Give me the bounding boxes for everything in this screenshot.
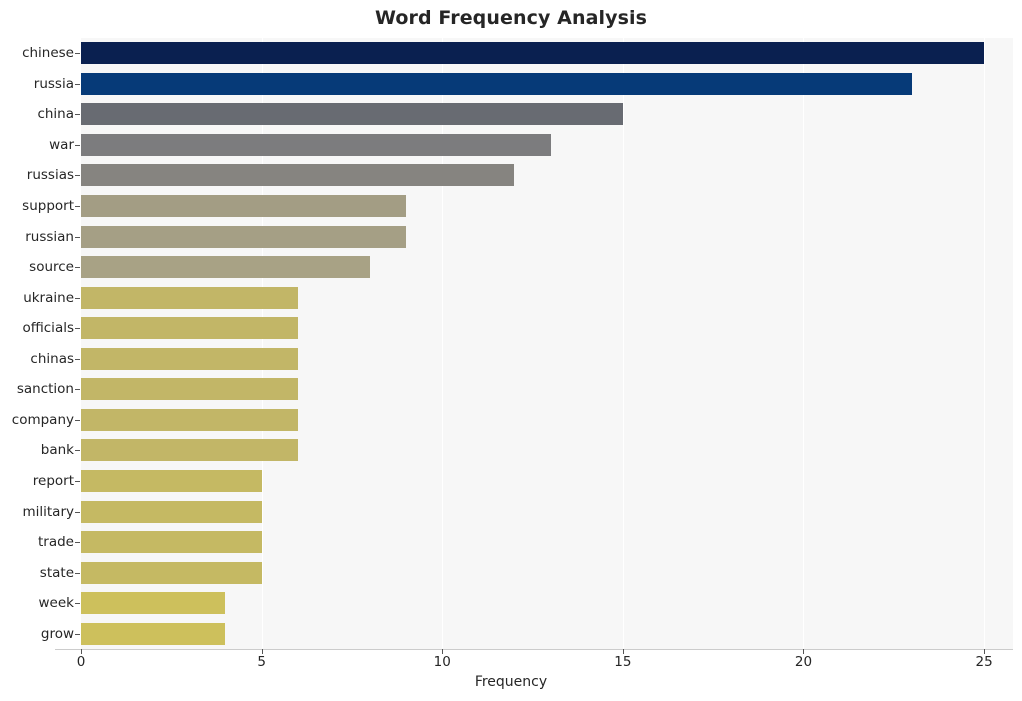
- y-tick-label: china: [37, 106, 74, 123]
- y-tick-label: military: [22, 503, 74, 520]
- y-tick-mark: [75, 419, 80, 421]
- y-tick-mark: [75, 633, 80, 635]
- bar-war: [81, 133, 551, 156]
- y-tick-label: report: [32, 472, 74, 489]
- y-tick-label: week: [38, 595, 74, 612]
- y-tick-label: state: [39, 564, 74, 581]
- y-tick-label: company: [11, 411, 74, 428]
- y-tick-label: chinas: [30, 350, 74, 367]
- y-tick-label: source: [29, 259, 74, 276]
- y-tick-label: trade: [38, 534, 74, 551]
- x-tick-label: 15: [614, 654, 632, 670]
- bar-support: [81, 195, 407, 218]
- bar-russias: [81, 164, 515, 187]
- bar-ukraine: [81, 286, 298, 309]
- y-tick-mark: [75, 480, 80, 482]
- bar-chinese: [81, 42, 985, 65]
- bar-report: [81, 469, 262, 492]
- y-tick-mark: [75, 328, 80, 330]
- x-tick-label: 5: [257, 654, 266, 670]
- y-tick-mark: [75, 572, 80, 574]
- y-axis-labels: chinese russia china war russias support russi…: [0, 38, 74, 649]
- bar-china: [81, 103, 623, 126]
- bar-russia: [81, 72, 912, 95]
- bar-state: [81, 561, 262, 584]
- bar-officials: [81, 317, 298, 340]
- y-tick-label: russia: [33, 75, 74, 92]
- y-tick-label: grow: [40, 625, 74, 642]
- y-tick-mark: [75, 236, 80, 238]
- y-tick-mark: [75, 144, 80, 146]
- chart-container: Word Frequency Analysis chinese russia chi…: [0, 0, 1022, 701]
- y-tick-mark: [75, 542, 80, 544]
- chart-title: Word Frequency Analysis: [374, 7, 648, 29]
- y-tick-mark: [75, 83, 80, 85]
- y-tick-mark: [75, 389, 80, 391]
- bar-russian: [81, 225, 407, 248]
- bar-sanction: [81, 378, 298, 401]
- x-tick-label: 0: [76, 654, 86, 670]
- y-tick-label: war: [49, 136, 74, 153]
- y-tick-label: sanction: [16, 381, 74, 398]
- bar-military: [81, 500, 262, 523]
- bar-bank: [81, 439, 298, 462]
- y-tick-label: chinese: [22, 45, 74, 62]
- x-tick-label: 20: [794, 654, 813, 670]
- x-axis-title: Frequency: [474, 674, 548, 690]
- x-axis-line: [55, 649, 1013, 650]
- y-tick-mark: [75, 358, 80, 360]
- bar-company: [81, 408, 298, 431]
- bar-source: [81, 256, 370, 279]
- bars-layer: [81, 38, 1013, 649]
- y-tick-label: support: [22, 198, 74, 215]
- y-tick-label: officials: [22, 320, 74, 337]
- y-tick-mark: [75, 450, 80, 452]
- y-tick-mark: [75, 206, 80, 208]
- y-tick-mark: [75, 53, 80, 55]
- y-tick-mark: [75, 114, 80, 116]
- x-tick-label: 25: [975, 654, 993, 670]
- bar-grow: [81, 622, 226, 645]
- y-tick-label: russias: [26, 167, 74, 184]
- y-tick-label: bank: [40, 442, 74, 459]
- y-tick-label: ukraine: [23, 289, 74, 306]
- y-tick-mark: [75, 267, 80, 269]
- y-tick-label: russian: [25, 228, 74, 245]
- bar-trade: [81, 531, 262, 554]
- x-tick-label: 10: [433, 654, 451, 670]
- bar-week: [81, 592, 226, 615]
- bar-chinas: [81, 347, 298, 370]
- y-tick-mark: [75, 175, 80, 177]
- y-tick-mark: [75, 511, 80, 513]
- y-tick-mark: [75, 297, 80, 299]
- y-tick-mark: [75, 603, 80, 605]
